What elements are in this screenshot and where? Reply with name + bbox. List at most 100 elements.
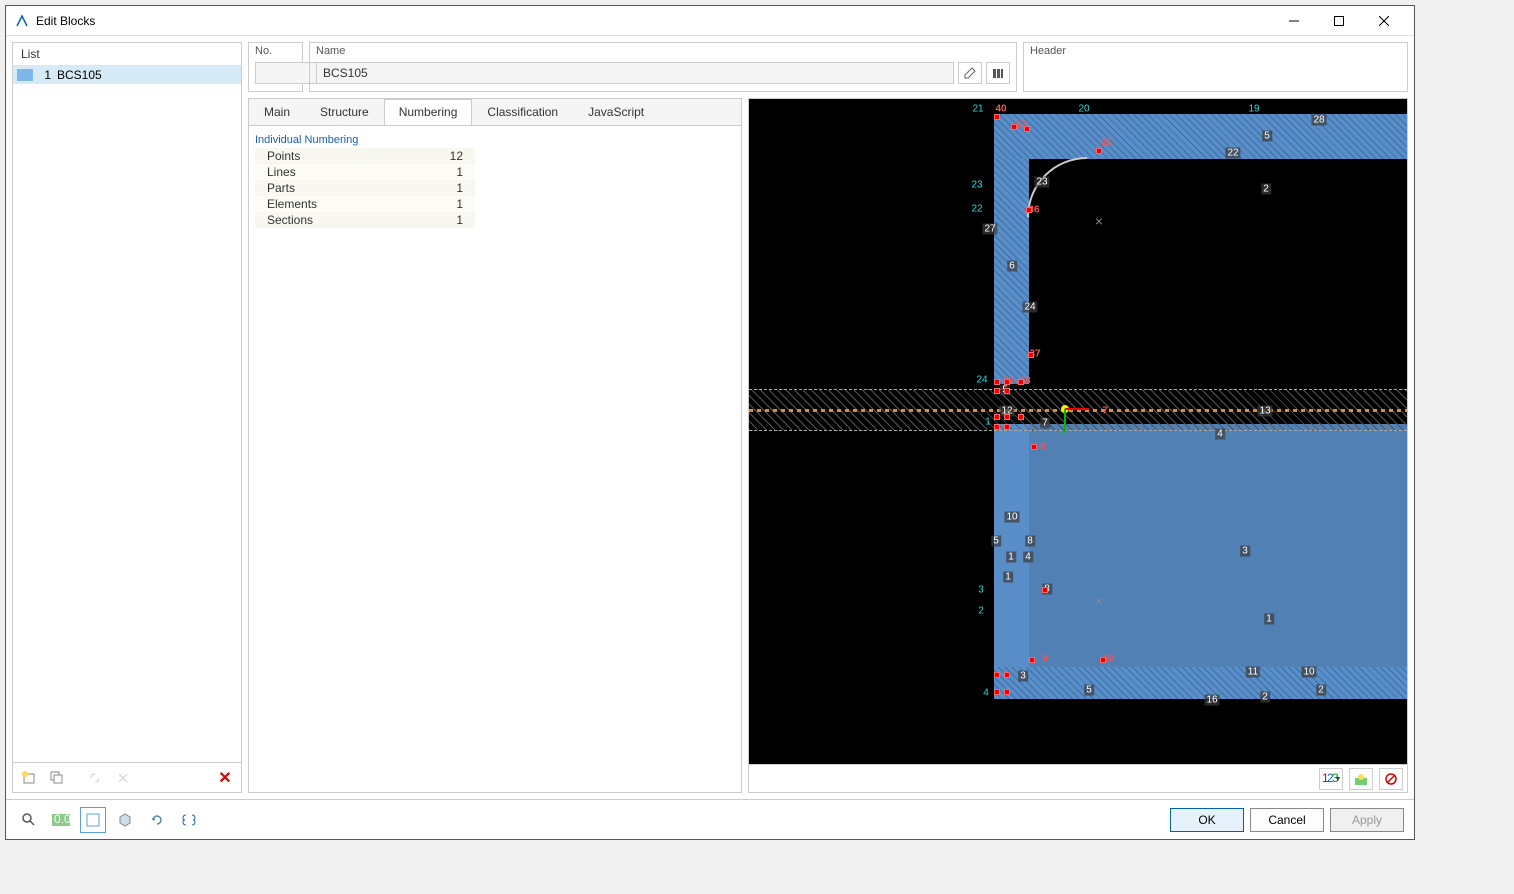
header-label: Header	[1024, 43, 1407, 59]
point-marker	[1026, 207, 1032, 213]
numbering-row[interactable]: Elements1	[255, 196, 475, 212]
copy-button[interactable]	[45, 766, 69, 790]
window-title: Edit Blocks	[36, 14, 1271, 28]
list-item-no: 1	[39, 68, 51, 82]
list-panel: List 1 BCS105 ✕	[12, 42, 242, 793]
list-item[interactable]: 1 BCS105	[13, 66, 241, 84]
search-button[interactable]	[16, 807, 42, 833]
library-button[interactable]	[986, 62, 1010, 84]
unlink-button	[111, 766, 135, 790]
point-label: 35	[1100, 138, 1111, 149]
point-marker	[994, 379, 1000, 385]
list-item-name: BCS105	[57, 68, 102, 82]
node-label: 21	[972, 104, 983, 115]
element-label: 1	[1003, 572, 1013, 583]
element-label: 2	[1260, 692, 1270, 703]
element-label: 6	[1007, 261, 1017, 272]
element-label: 2	[1261, 184, 1271, 195]
element-label: 5	[1084, 685, 1094, 696]
block-icon	[17, 69, 33, 81]
minimize-button[interactable]	[1271, 7, 1316, 35]
center-panel: No. Name Header Ma	[248, 42, 1408, 793]
bottom-bar: 0.00 OK Cancel Apply	[6, 799, 1414, 839]
view-settings-button[interactable]	[1349, 768, 1373, 790]
numbering-row[interactable]: Sections1	[255, 212, 475, 228]
tab-numbering[interactable]: Numbering	[384, 99, 473, 126]
delete-button[interactable]: ✕	[213, 766, 237, 790]
new-button[interactable]	[17, 766, 41, 790]
close-button[interactable]	[1361, 7, 1406, 35]
header-field-group: Header	[1023, 42, 1408, 92]
edit-name-button[interactable]	[958, 62, 982, 84]
element-label: 5	[991, 536, 1001, 547]
element-label: 3	[1018, 671, 1028, 682]
element-label: 16	[1204, 695, 1219, 706]
numbering-row-value: 1	[423, 181, 463, 195]
point-label: 7	[1102, 406, 1108, 417]
point-marker	[1004, 424, 1010, 430]
refresh-button[interactable]	[144, 807, 170, 833]
tab-structure[interactable]: Structure	[305, 99, 384, 125]
axis-x-icon	[1065, 408, 1089, 410]
numbering-row[interactable]: Parts1	[255, 180, 475, 196]
apply-button[interactable]: Apply	[1330, 808, 1404, 832]
element-label: 23	[1034, 177, 1049, 188]
viewport-panel: × × 212019232224132440273536373938891072…	[748, 98, 1408, 793]
point-label: 9	[1042, 654, 1048, 665]
maximize-button[interactable]	[1316, 7, 1361, 35]
delete-icon: ✕	[218, 768, 231, 788]
view-3d-button[interactable]	[112, 807, 138, 833]
app-icon	[14, 13, 30, 29]
element-label: 22	[1225, 148, 1240, 159]
numbering-row-label: Points	[267, 149, 423, 163]
reset-view-button[interactable]	[1379, 768, 1403, 790]
numbering-row-value: 1	[423, 165, 463, 179]
section-title: Individual Numbering	[255, 132, 735, 148]
precision-button[interactable]: 0.00	[48, 807, 74, 833]
script-button[interactable]	[176, 807, 202, 833]
cross-marker: ×	[1095, 213, 1103, 229]
element-label: 27	[982, 224, 997, 235]
units-dropdown[interactable]: 123	[1319, 768, 1343, 790]
point-marker	[1031, 444, 1037, 450]
tab-main[interactable]: Main	[249, 99, 305, 125]
axis-y-icon	[1064, 409, 1066, 433]
numbering-row-label: Sections	[267, 213, 423, 227]
numbering-row[interactable]: Points12	[255, 148, 475, 164]
node-label: 22	[971, 204, 982, 215]
point-marker	[1029, 657, 1035, 663]
point-marker	[994, 672, 1000, 678]
name-input[interactable]	[316, 62, 954, 84]
element-label: 8	[1025, 536, 1035, 547]
node-label: 4	[983, 688, 989, 699]
viewport[interactable]: × × 212019232224132440273536373938891072…	[749, 99, 1407, 764]
ok-button[interactable]: OK	[1170, 808, 1244, 832]
tab-javascript[interactable]: JavaScript	[573, 99, 659, 125]
point-marker	[1018, 414, 1024, 420]
view-2d-button[interactable]	[80, 807, 106, 833]
point-label: 40	[995, 104, 1006, 115]
name-field-group: Name	[309, 42, 1017, 92]
element-label: 4	[1023, 552, 1033, 563]
element-label: 13	[1257, 406, 1272, 417]
list-panel-header: List	[13, 43, 241, 66]
numbering-row[interactable]: Lines1	[255, 164, 475, 180]
cancel-button[interactable]: Cancel	[1250, 808, 1324, 832]
tab-classification[interactable]: Classification	[472, 99, 573, 125]
list-body[interactable]: 1 BCS105	[13, 66, 241, 762]
point-marker	[1028, 352, 1034, 358]
numbering-row-label: Lines	[267, 165, 423, 179]
element-label: 3	[1240, 546, 1250, 557]
point-marker	[994, 689, 1000, 695]
point-marker	[1096, 148, 1102, 154]
viewport-toolbar: 123	[749, 764, 1407, 792]
node-label: 2	[978, 606, 984, 617]
point-marker	[1004, 388, 1010, 394]
element-label: 1	[1264, 614, 1274, 625]
titlebar: Edit Blocks	[6, 6, 1414, 36]
list-toolbar: ✕	[13, 762, 241, 792]
point-marker	[1004, 672, 1010, 678]
element-label: 28	[1311, 115, 1326, 126]
element-label: 10	[1004, 512, 1019, 523]
numbering-row-value: 1	[423, 197, 463, 211]
